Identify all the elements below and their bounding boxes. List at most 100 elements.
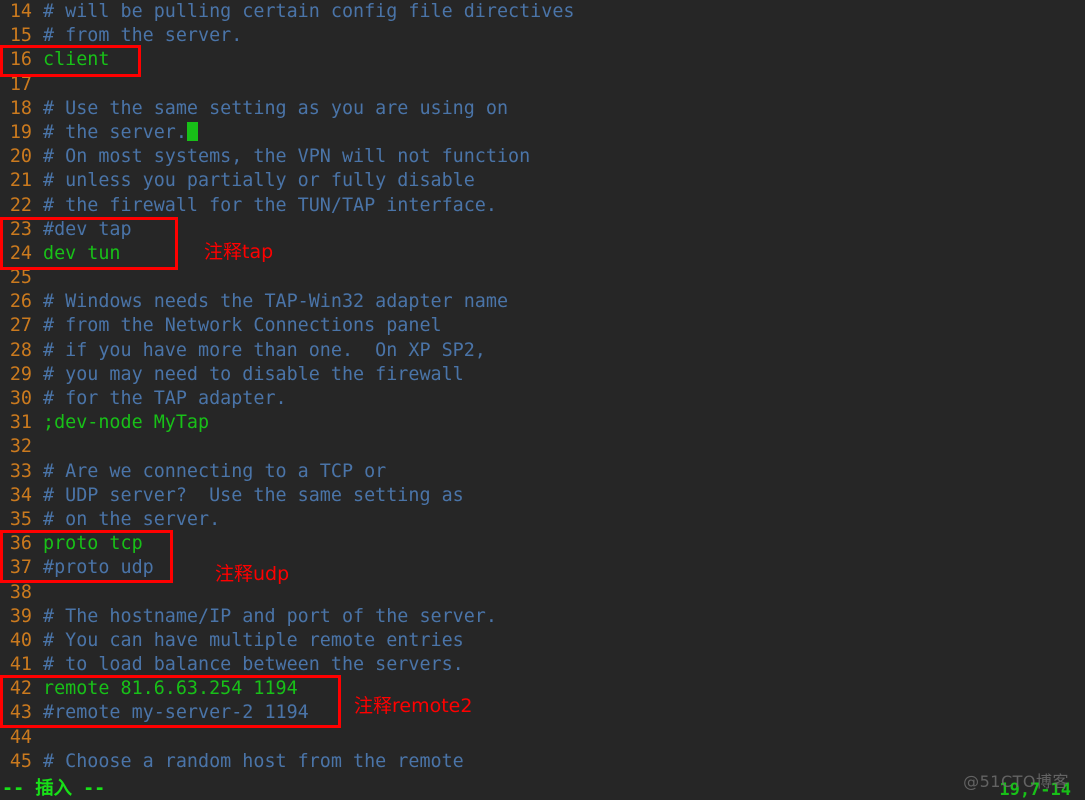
- line-number: 41: [9, 654, 32, 676]
- line-text: ;dev-node MyTap: [43, 412, 210, 434]
- code-line[interactable]: 20 # On most systems, the VPN will not fu…: [0, 145, 1085, 169]
- line-number: 43: [9, 702, 32, 724]
- code-line[interactable]: 15 # from the server.: [0, 24, 1085, 48]
- line-number: 22: [9, 194, 32, 216]
- line-number: 36: [9, 533, 32, 555]
- code-line[interactable]: 21 # unless you partially or fully disabl…: [0, 169, 1085, 193]
- line-text: # Choose a random host from the remote: [43, 750, 464, 772]
- code-line[interactable]: 37 #proto udp: [0, 556, 1085, 580]
- line-number: 38: [9, 581, 32, 603]
- code-line[interactable]: 23 #dev tap: [0, 218, 1085, 242]
- line-number: 24: [9, 242, 32, 264]
- code-line[interactable]: 44: [0, 726, 1085, 750]
- code-line[interactable]: 45 # Choose a random host from the remote: [0, 750, 1085, 774]
- code-line[interactable]: 35 # on the server.: [0, 508, 1085, 532]
- line-text: # will be pulling certain config file di…: [43, 1, 575, 22]
- line-number: 23: [9, 218, 32, 240]
- line-text: # You can have multiple remote entries: [43, 629, 464, 651]
- line-text: # the firewall for the TUN/TAP interface…: [43, 194, 497, 216]
- line-text: # on the server.: [43, 508, 221, 530]
- code-line[interactable]: 25: [0, 266, 1085, 290]
- line-number: 19: [9, 121, 32, 143]
- code-line[interactable]: 27 # from the Network Connections panel: [0, 314, 1085, 338]
- line-text: dev tun: [43, 242, 121, 264]
- code-line[interactable]: 29 # you may need to disable the firewall: [0, 363, 1085, 387]
- annotation-label: 注释remote2: [354, 695, 473, 717]
- line-number: 32: [9, 436, 32, 458]
- code-line[interactable]: 38: [0, 581, 1085, 605]
- line-text: # Use the same setting as you are using …: [43, 97, 509, 119]
- code-line[interactable]: 22 # the firewall for the TUN/TAP interfa…: [0, 194, 1085, 218]
- code-line[interactable]: 28 # if you have more than one. On XP SP2…: [0, 339, 1085, 363]
- line-text: # The hostname/IP and port of the server…: [43, 605, 497, 627]
- vim-mode-indicator: -- 插入 --: [2, 778, 106, 799]
- code-line[interactable]: 33 # Are we connecting to a TCP or: [0, 460, 1085, 484]
- line-number: 35: [9, 508, 32, 530]
- vim-cursor-ruler: 19,7-14: [999, 780, 1071, 800]
- line-number: 30: [9, 388, 32, 409]
- line-text: # if you have more than one. On XP SP2,: [43, 339, 486, 361]
- annotation-label: 注释tap: [204, 241, 274, 263]
- line-text: #proto udp: [43, 557, 154, 579]
- line-number: 27: [9, 315, 32, 337]
- line-number: 34: [9, 484, 32, 506]
- line-number: 20: [9, 146, 32, 168]
- code-line[interactable]: 26 # Windows needs the TAP-Win32 adapter …: [0, 290, 1085, 314]
- line-text: # the server.: [43, 121, 187, 143]
- line-text: # Are we connecting to a TCP or: [43, 460, 387, 482]
- line-number: 14: [9, 1, 32, 22]
- line-number: 42: [9, 678, 32, 700]
- code-line[interactable]: 31 ;dev-node MyTap: [0, 411, 1085, 435]
- line-number: 33: [9, 460, 32, 482]
- code-line[interactable]: 42 remote 81.6.63.254 1194: [0, 677, 1085, 701]
- line-text: # from the server.: [43, 25, 243, 47]
- line-text: remote 81.6.63.254 1194: [43, 678, 298, 700]
- line-number: 39: [9, 605, 32, 627]
- line-number: 28: [9, 339, 32, 361]
- code-line[interactable]: 14 # will be pulling certain config file …: [0, 0, 1085, 24]
- line-text: # to load balance between the servers.: [43, 654, 464, 676]
- line-number: 40: [9, 629, 32, 651]
- code-line[interactable]: 41 # to load balance between the servers.: [0, 653, 1085, 677]
- line-text: #dev tap: [43, 218, 132, 240]
- line-number: 16: [9, 49, 32, 71]
- line-text: # unless you partially or fully disable: [43, 170, 475, 192]
- line-text: client: [43, 49, 110, 71]
- line-text: # you may need to disable the firewall: [43, 363, 464, 385]
- text-cursor: [186, 121, 198, 141]
- line-text: # from the Network Connections panel: [43, 315, 442, 337]
- line-number: 25: [9, 267, 32, 289]
- line-number: 17: [9, 73, 32, 95]
- annotation-label: 注释udp: [215, 563, 290, 585]
- code-line[interactable]: 17: [0, 73, 1085, 97]
- line-number: 45: [9, 750, 32, 772]
- line-text: # for the TAP adapter.: [43, 388, 287, 409]
- code-line[interactable]: 30 # for the TAP adapter.: [0, 387, 1085, 411]
- line-text: # UDP server? Use the same setting as: [43, 484, 464, 506]
- code-line[interactable]: 16 client: [0, 48, 1085, 72]
- code-line[interactable]: 40 # You can have multiple remote entries: [0, 629, 1085, 653]
- line-number: 29: [9, 363, 32, 385]
- code-line[interactable]: 24 dev tun: [0, 242, 1085, 266]
- vim-editor-buffer[interactable]: 14 # will be pulling certain config file …: [0, 0, 1085, 775]
- code-line[interactable]: 18 # Use the same setting as you are usin…: [0, 97, 1085, 121]
- line-text: # On most systems, the VPN will not func…: [43, 146, 531, 168]
- line-number: 26: [9, 291, 32, 313]
- code-line[interactable]: 36 proto tcp: [0, 532, 1085, 556]
- code-line[interactable]: 19 # the server.: [0, 121, 1085, 145]
- code-line[interactable]: 43 #remote my-server-2 1194: [0, 701, 1085, 725]
- line-text: proto tcp: [43, 533, 143, 555]
- line-number: 15: [9, 25, 32, 47]
- line-number: 37: [9, 557, 32, 579]
- line-number: 44: [9, 726, 32, 748]
- line-text: # Windows needs the TAP-Win32 adapter na…: [43, 291, 509, 313]
- code-line[interactable]: 39 # The hostname/IP and port of the serv…: [0, 605, 1085, 629]
- line-number: 18: [9, 97, 32, 119]
- line-text: #remote my-server-2 1194: [43, 702, 309, 724]
- code-line[interactable]: 32: [0, 435, 1085, 459]
- line-number: 31: [9, 412, 32, 434]
- line-number: 21: [9, 170, 32, 192]
- code-line[interactable]: 34 # UDP server? Use the same setting as: [0, 484, 1085, 508]
- vim-status-line: -- 插入 -- 19,7-14: [0, 774, 1085, 800]
- terminal-window: 14 # will be pulling certain config file …: [0, 0, 1085, 800]
